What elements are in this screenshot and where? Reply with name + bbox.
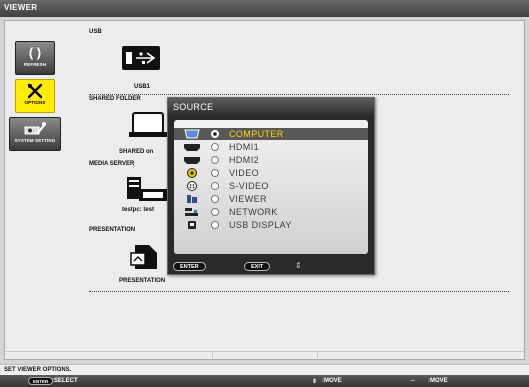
source-name: HDMI2 <box>229 155 260 165</box>
bottom-grid-line <box>5 351 524 352</box>
media-server-item-label[interactable]: testpc: test <box>122 207 154 213</box>
usb-display-icon <box>184 220 200 230</box>
presentation-divider <box>89 291 509 292</box>
hdmi-icon <box>184 155 200 165</box>
source-dialog-title: SOURCE <box>168 98 374 115</box>
computer-port-icon <box>184 129 200 139</box>
source-item-s-video[interactable]: S-VIDEO <box>174 180 368 192</box>
tools-icon <box>16 80 54 100</box>
source-item-network[interactable]: NETWORK <box>174 206 368 218</box>
refresh-icon: ( ) <box>28 45 42 60</box>
source-item-hdmi2[interactable]: HDMI2 <box>174 154 368 166</box>
usb-divider <box>89 94 509 95</box>
source-dialog-footer: ENTER EXIT ⇕ <box>168 260 374 274</box>
status-text: SET VIEWER OPTIONS. <box>4 367 72 373</box>
select-hint: :SELECT <box>52 378 78 384</box>
up-down-arrow-icon: ⇕ <box>312 379 318 385</box>
projector-tools-icon <box>10 118 60 138</box>
hdmi-icon <box>184 142 200 152</box>
left-right-arrow-icon: ⇔ <box>410 378 416 384</box>
source-radio[interactable] <box>211 130 219 138</box>
usb-section-title: USB <box>89 29 102 35</box>
network-icon <box>184 207 200 217</box>
refresh-label: REFRESH <box>23 62 47 67</box>
move-hint-horizontal: :MOVE <box>428 378 448 384</box>
exit-button[interactable]: EXIT <box>244 262 271 271</box>
options-button[interactable]: OPTIONS <box>15 79 55 113</box>
move-hint-vertical: :MOVE <box>322 378 342 384</box>
usb-drive-icon[interactable] <box>121 45 161 76</box>
title-bar: VIEWER <box>0 0 529 17</box>
source-name: COMPUTER <box>229 129 284 139</box>
presentation-item-label[interactable]: PRESENTATION <box>119 278 165 284</box>
viewer-icon <box>184 194 200 204</box>
source-radio[interactable] <box>211 182 219 190</box>
presentation-section-title: PRESENTATION <box>89 227 136 233</box>
video-rca-icon <box>184 168 200 178</box>
source-radio[interactable] <box>211 169 219 177</box>
source-item-video[interactable]: VIDEO <box>174 167 368 179</box>
enter-button[interactable]: ENTER <box>173 262 206 271</box>
source-item-viewer[interactable]: VIEWER <box>174 193 368 205</box>
source-name: NETWORK <box>229 207 278 217</box>
source-radio[interactable] <box>211 221 219 229</box>
source-radio[interactable] <box>211 208 219 216</box>
source-radio[interactable] <box>211 156 219 164</box>
source-list: COMPUTER HDMI1 HDMI2 VIDEO S-VIDEO VIEWE… <box>174 120 368 254</box>
source-item-computer[interactable]: COMPUTER <box>174 128 368 140</box>
system-setting-label: SYSTEM SETTING <box>14 138 56 143</box>
refresh-button[interactable]: ( ) REFRESH <box>15 41 55 75</box>
status-bar: SET VIEWER OPTIONS. <box>0 364 529 375</box>
shared-folder-item-label[interactable]: SHARED on <box>119 149 153 155</box>
source-name: VIDEO <box>229 168 260 178</box>
grid-separator <box>212 351 213 360</box>
system-setting-button[interactable]: SYSTEM SETTING <box>9 117 61 151</box>
shared-folder-icon[interactable] <box>129 110 169 143</box>
enter-key-badge: ENTER <box>28 377 54 385</box>
up-down-arrow-icon: ⇕ <box>295 261 302 270</box>
app-title: VIEWER <box>4 3 38 12</box>
media-server-icon[interactable] <box>125 175 169 208</box>
source-radio[interactable] <box>211 143 219 151</box>
s-video-icon <box>184 181 200 191</box>
source-name: USB DISPLAY <box>229 220 292 230</box>
navigation-hint-bar: ENTER :SELECT ⇕ :MOVE ⇔ :MOVE <box>0 375 529 387</box>
grid-separator <box>317 351 318 360</box>
presentation-file-icon[interactable] <box>129 243 159 276</box>
source-item-usb-display[interactable]: USB DISPLAY <box>174 219 368 231</box>
source-item-hdmi1[interactable]: HDMI1 <box>174 141 368 153</box>
usb-item-label[interactable]: USB1 <box>134 84 150 90</box>
source-name: VIEWER <box>229 194 267 204</box>
source-name: HDMI1 <box>229 142 260 152</box>
media-server-section-title: MEDIA SERVER <box>89 161 135 167</box>
options-label: OPTIONS <box>24 100 46 105</box>
source-name: S-VIDEO <box>229 181 269 191</box>
source-dialog: SOURCE COMPUTER HDMI1 HDMI2 VIDEO S-VIDE… <box>167 97 375 275</box>
source-radio[interactable] <box>211 195 219 203</box>
shared-folder-section-title: SHARED FOLDER <box>89 96 141 102</box>
